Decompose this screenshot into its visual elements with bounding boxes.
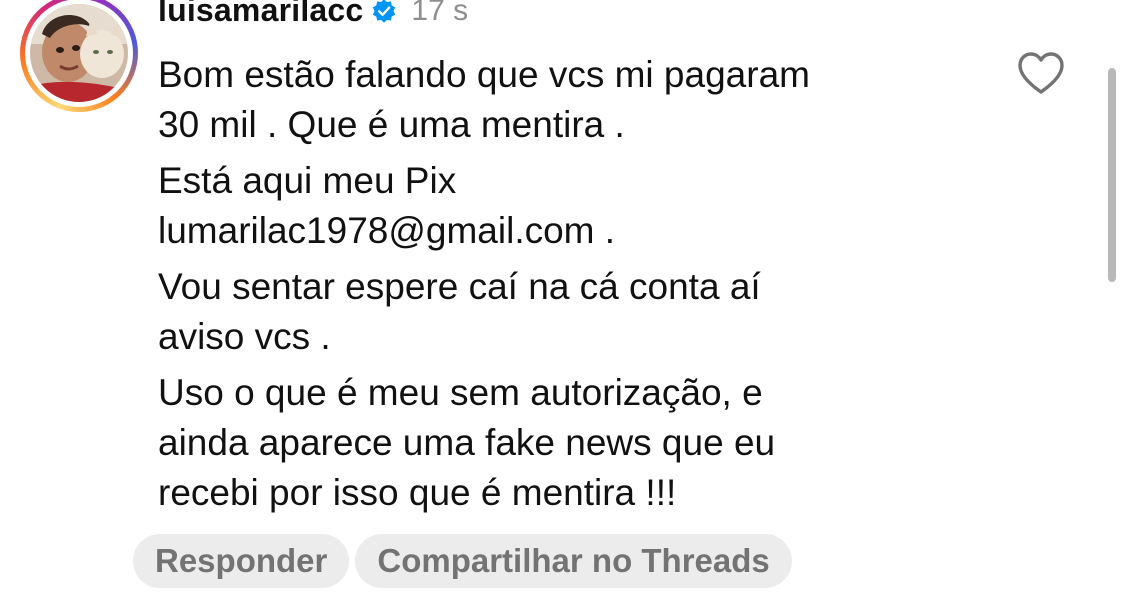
share-to-threads-button[interactable]: Compartilhar no Threads (355, 534, 792, 588)
verified-badge-icon (373, 0, 396, 23)
comment-paragraph: Está aqui meu Pix lumarilac1978@gmail.com… (158, 156, 978, 256)
avatar[interactable] (30, 4, 128, 102)
scrollbar-thumb[interactable] (1108, 68, 1116, 282)
avatar-story-ring[interactable] (20, 0, 138, 112)
comment-line: aviso vcs . (158, 316, 331, 357)
comment-header: luisamarilacc 17 s (158, 0, 468, 29)
comment-paragraph: Vou sentar espere caí na cá conta aí avis… (158, 262, 978, 362)
timestamp: 17 s (411, 0, 469, 27)
comment-line: Vou sentar espere caí na cá conta aí (158, 266, 761, 307)
comment-paragraph: Bom estão falando que vcs mi pagaram 30 m… (158, 50, 978, 150)
comment-line: Uso o que é meu sem autorização, e (158, 372, 763, 413)
comment-text: Bom estão falando que vcs mi pagaram 30 m… (158, 50, 978, 524)
comment-line: 30 mil . Que é uma mentira . (158, 104, 625, 145)
comment-actions: Responder Compartilhar no Threads (133, 534, 792, 588)
comment-line: lumarilac1978@gmail.com . (158, 210, 616, 251)
comment-line: recebi por isso que é mentira !!! (158, 472, 677, 513)
username[interactable]: luisamarilacc (158, 0, 363, 29)
reply-button[interactable]: Responder (133, 534, 350, 588)
comment-line: ainda aparece uma fake news que eu (158, 422, 776, 463)
avatar-ring-gap (25, 0, 133, 107)
comment-line: Bom estão falando que vcs mi pagaram (158, 54, 810, 95)
comment-paragraph: Uso o que é meu sem autorização, e ainda … (158, 368, 978, 518)
heart-icon[interactable] (1016, 50, 1066, 96)
comment-line: Está aqui meu Pix (158, 160, 457, 201)
